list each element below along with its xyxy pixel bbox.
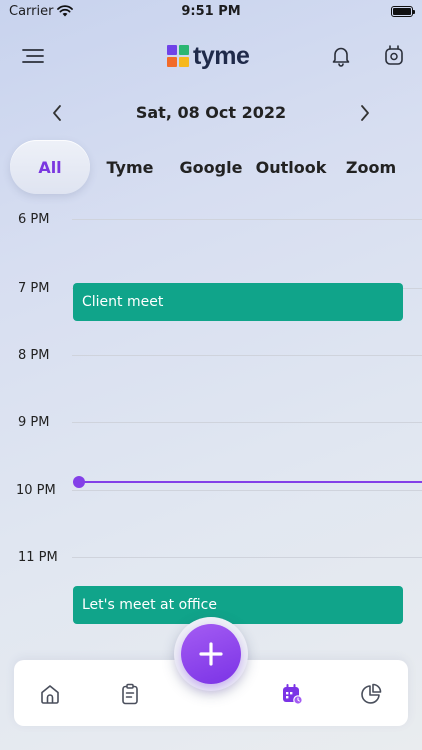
current-time-line xyxy=(80,481,422,483)
hour-divider xyxy=(72,219,422,220)
watch-icon xyxy=(385,45,403,65)
tab-all[interactable]: All xyxy=(10,140,90,194)
hour-label: 7 PM xyxy=(18,281,50,296)
tab-google[interactable]: Google xyxy=(176,140,246,194)
hour-divider xyxy=(72,557,422,558)
menu-button[interactable] xyxy=(17,40,49,72)
logo-square xyxy=(179,57,189,67)
hour-label: 9 PM xyxy=(18,415,50,430)
tab-zoom[interactable]: Zoom xyxy=(340,140,402,194)
add-event-button[interactable] xyxy=(181,624,241,684)
logo-text: tyme xyxy=(193,41,250,70)
hour-label: 8 PM xyxy=(18,348,50,363)
app-header: tyme xyxy=(0,36,422,76)
day-timeline[interactable]: 6 PM 7 PM 8 PM 9 PM 10 PM 11 PM Client m… xyxy=(0,200,422,660)
nav-home[interactable] xyxy=(36,680,64,708)
notifications-button[interactable] xyxy=(325,40,357,72)
bell-icon xyxy=(332,47,350,67)
tab-outlook[interactable]: Outlook xyxy=(256,140,327,194)
plus-icon xyxy=(199,642,223,666)
nav-calendar[interactable] xyxy=(278,680,306,708)
clipboard-icon xyxy=(122,683,138,705)
hour-label: 10 PM xyxy=(16,483,56,498)
calendar-filter-tabs: All Tyme Google Outlook Zoom xyxy=(0,140,422,194)
battery-icon xyxy=(391,6,415,17)
calendar-icon xyxy=(283,684,303,705)
status-bar: Carrier 9:51 PM xyxy=(0,0,422,26)
hour-label: 6 PM xyxy=(18,212,50,227)
event-card[interactable]: Let's meet at office xyxy=(73,586,403,624)
nav-tasks[interactable] xyxy=(116,680,144,708)
hour-divider xyxy=(72,355,422,356)
hour-label: 11 PM xyxy=(18,550,58,565)
logo-square xyxy=(167,45,177,55)
tab-tyme[interactable]: Tyme xyxy=(100,140,160,194)
watch-button[interactable] xyxy=(378,40,410,72)
menu-icon xyxy=(22,49,44,63)
logo-mark-icon xyxy=(167,45,189,67)
status-time: 9:51 PM xyxy=(181,4,241,19)
app-logo: tyme xyxy=(167,40,250,72)
nav-reports[interactable] xyxy=(357,680,385,708)
next-day-button[interactable] xyxy=(352,100,378,126)
pie-chart-icon xyxy=(361,683,382,704)
chevron-right-icon xyxy=(361,105,369,121)
logo-square xyxy=(179,45,189,55)
hour-divider xyxy=(72,422,422,423)
home-icon xyxy=(41,685,59,704)
current-time-dot xyxy=(73,476,85,488)
logo-square xyxy=(167,57,177,67)
date-navigator: Sat, 08 Oct 2022 xyxy=(0,98,422,128)
event-card[interactable]: Client meet xyxy=(73,283,403,321)
hour-divider xyxy=(72,490,422,491)
